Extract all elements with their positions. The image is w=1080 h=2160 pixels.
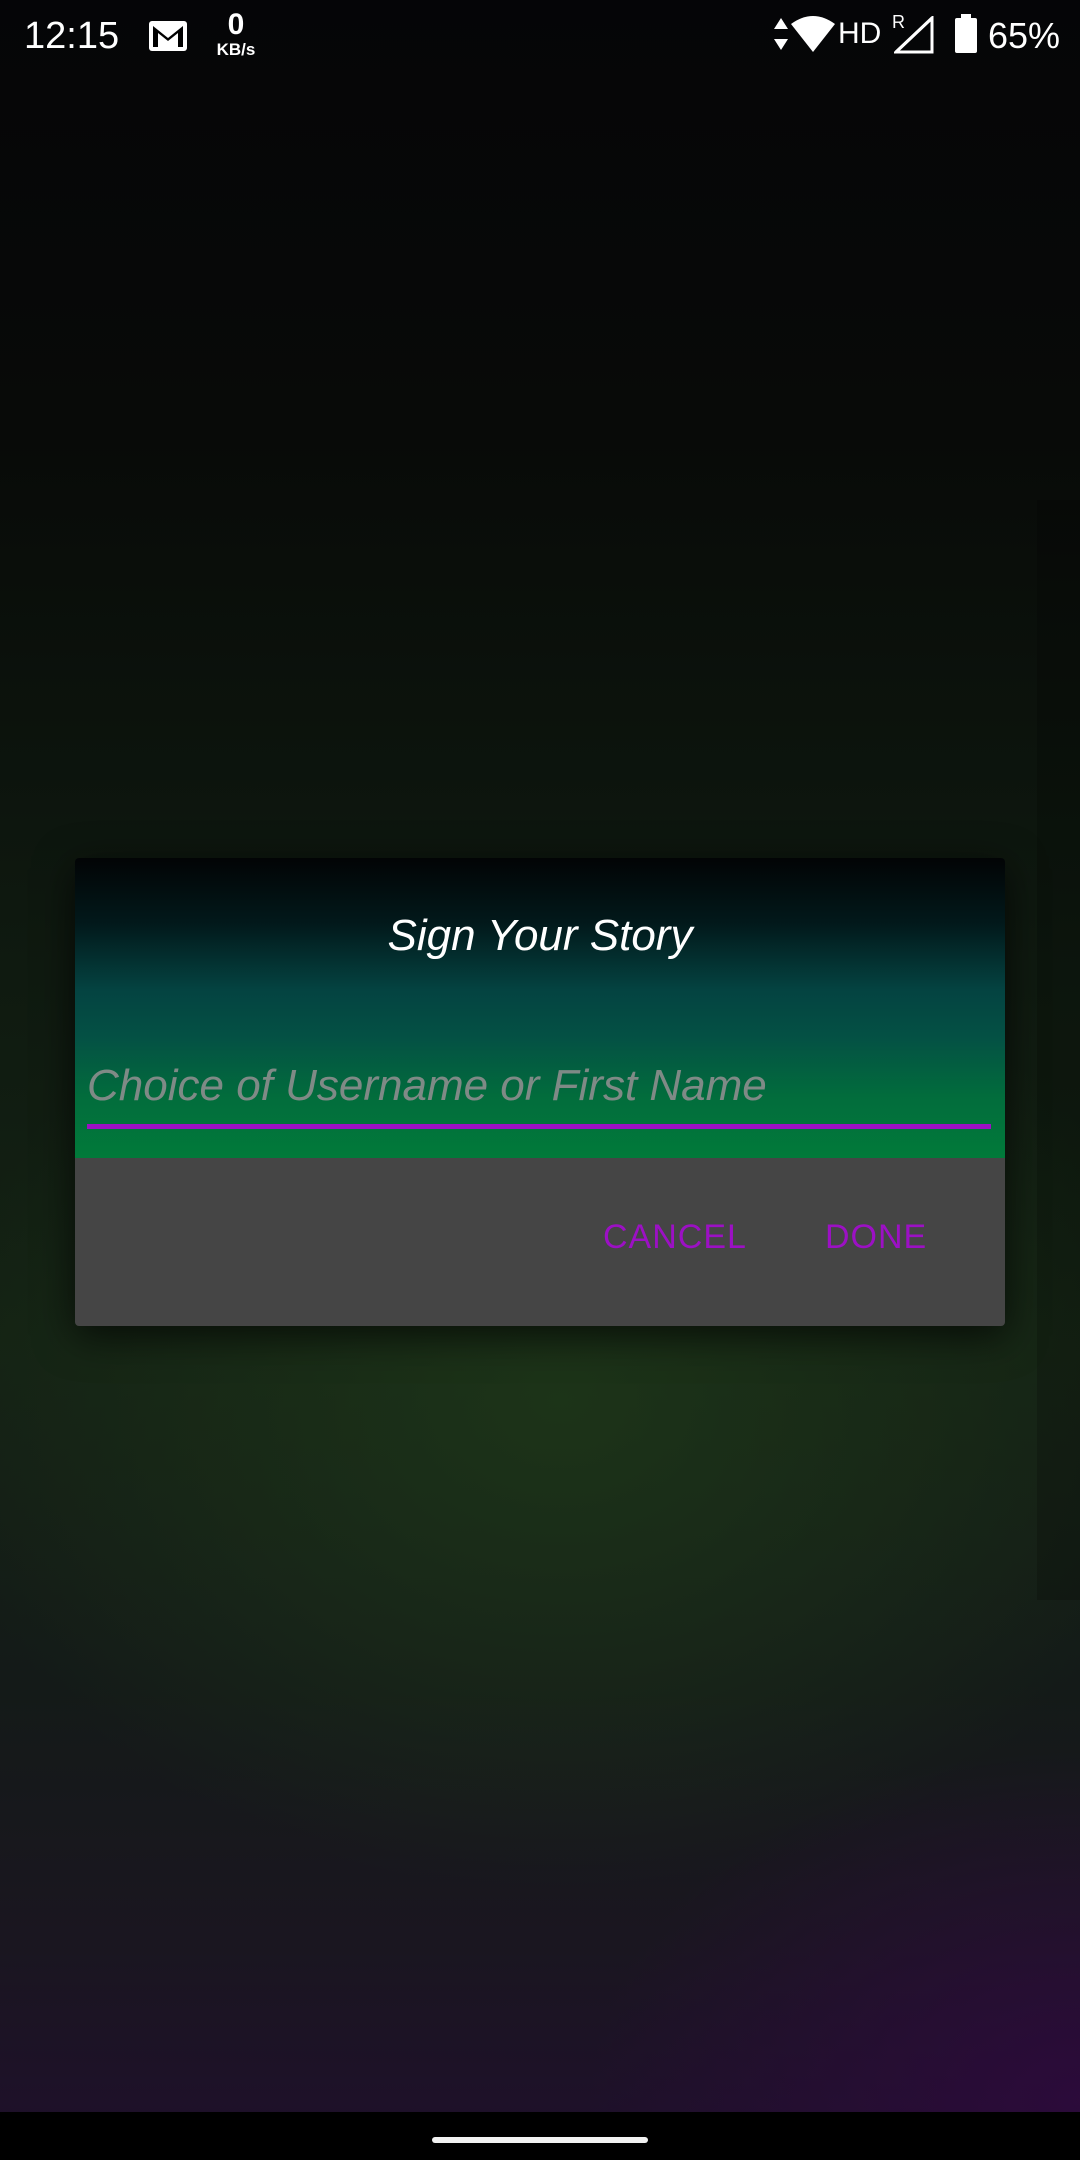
- navigation-bar: [0, 2112, 1080, 2160]
- battery-icon: [955, 14, 977, 53]
- status-bar: 12:15 0 KB/s HD R 65%: [0, 0, 1080, 72]
- network-speed-value: 0: [227, 8, 245, 41]
- username-input[interactable]: [87, 1048, 991, 1129]
- dialog-header: Sign Your Story: [75, 858, 1005, 1158]
- battery-percent: 65%: [988, 15, 1061, 56]
- done-button[interactable]: DONE: [813, 1200, 939, 1274]
- network-speed-unit: KB/s: [216, 40, 256, 59]
- sign-story-dialog: Sign Your Story CANCEL DONE: [75, 858, 1005, 1326]
- home-gesture-handle[interactable]: [432, 2137, 648, 2143]
- cancel-button[interactable]: CANCEL: [591, 1200, 759, 1274]
- gmail-icon: [149, 21, 187, 51]
- status-time: 12:15: [24, 15, 120, 57]
- dialog-actions: CANCEL DONE: [75, 1158, 1005, 1326]
- app-screen: 12:15 0 KB/s HD R 65% Sign Your Story Ch…: [0, 0, 1080, 2160]
- signal-icon: [894, 16, 934, 54]
- network-type-label: HD: [838, 17, 882, 50]
- dialog-title: Sign Your Story: [387, 911, 693, 960]
- wifi-icon: [791, 16, 835, 52]
- background-edge-strip: [1037, 500, 1080, 1600]
- network-speed-indicator: 0 KB/s: [206, 10, 266, 60]
- data-arrows-icon: [774, 18, 788, 50]
